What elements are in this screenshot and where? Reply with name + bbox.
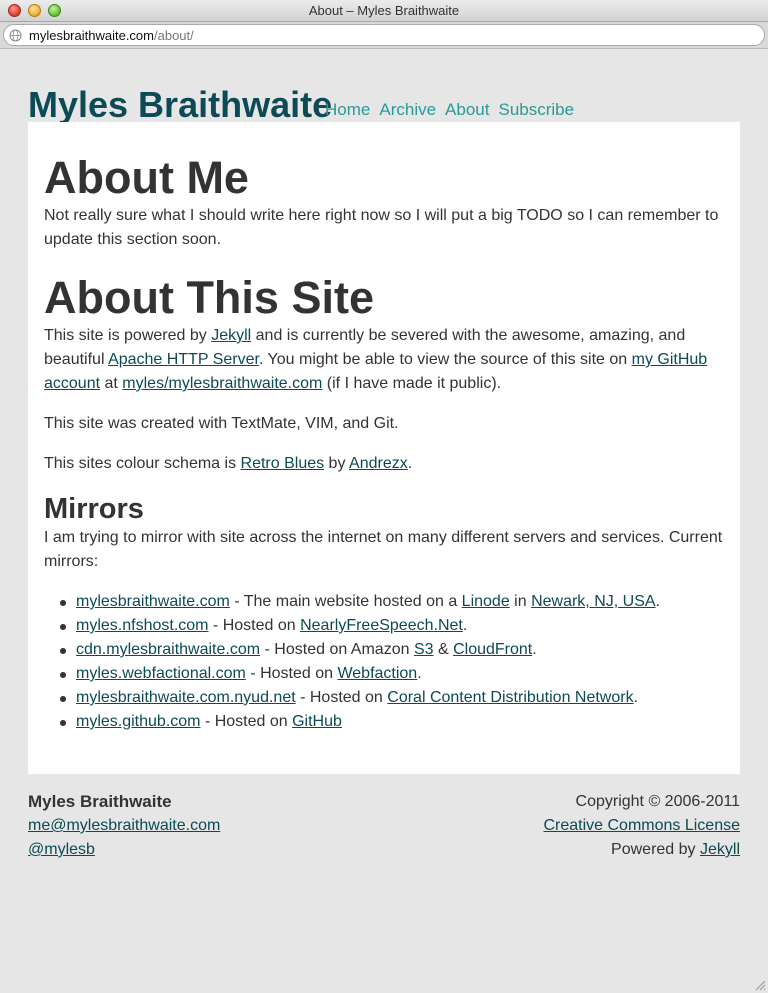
mirror-link[interactable]: myles.webfactional.com	[76, 665, 246, 682]
copyright-text: Copyright © 2006-2011	[575, 793, 740, 810]
mirror-link[interactable]: mylesbraithwaite.com.nyud.net	[76, 689, 296, 706]
globe-icon	[9, 29, 22, 42]
text-span: (if I have made it public).	[322, 375, 502, 392]
main-content: About Me Not really sure what I should w…	[28, 122, 740, 774]
nav-subscribe[interactable]: Subscribe	[498, 100, 574, 119]
mirror-link[interactable]: cdn.mylesbraithwaite.com	[76, 641, 260, 658]
text-span: &	[433, 641, 454, 658]
text-span: This site is powered by	[44, 327, 212, 344]
list-item: myles.github.com - Hosted on GitHub	[60, 710, 724, 734]
text-span: .	[462, 617, 468, 634]
list-item: cdn.mylesbraithwaite.com - Hosted on Ama…	[60, 638, 724, 662]
window-titlebar: About – Myles Braithwaite	[0, 0, 768, 22]
retro-blues-link[interactable]: Retro Blues	[241, 455, 325, 472]
list-item: mylesbraithwaite.com.nyud.net - Hosted o…	[60, 686, 724, 710]
mirrors-list: mylesbraithwaite.com - The main website …	[60, 590, 724, 734]
url-text: mylesbraithwaite.com/about/	[29, 28, 194, 43]
mirror-link[interactable]: myles.nfshost.com	[76, 617, 208, 634]
twitter-link[interactable]: @mylesb	[28, 841, 95, 858]
text-span: .	[532, 641, 537, 658]
tools-paragraph: This site was created with TextMate, VIM…	[44, 415, 399, 432]
footer-right: Copyright © 2006-2011 Creative Commons L…	[543, 790, 740, 862]
s3-link[interactable]: S3	[414, 641, 434, 658]
jekyll-link[interactable]: Jekyll	[211, 327, 251, 344]
text-span: .	[417, 665, 422, 682]
footer-jekyll-link[interactable]: Jekyll	[700, 841, 740, 858]
text-span: - Hosted on	[295, 689, 388, 706]
text-span: .	[633, 689, 639, 706]
mirrors-heading: Mirrors	[44, 493, 144, 525]
nfs-link[interactable]: NearlyFreeSpeech.Net	[300, 617, 463, 634]
text-span: - Hosted on	[208, 617, 301, 634]
text-span: - The main website hosted on a	[229, 593, 462, 610]
nav-about[interactable]: About	[445, 100, 489, 119]
window-title: About – Myles Braithwaite	[308, 3, 460, 18]
cloudfront-link[interactable]: CloudFront	[453, 641, 532, 658]
text-span: .	[407, 455, 413, 472]
email-link[interactable]: me@mylesbraithwaite.com	[28, 817, 220, 834]
list-item: mylesbraithwaite.com - The main website …	[60, 590, 724, 614]
text-span: by	[324, 455, 350, 472]
text-span: - Hosted on Amazon	[260, 641, 414, 658]
about-site-paragraph: This site is powered by Jekyll and is cu…	[44, 324, 724, 396]
address-bar: mylesbraithwaite.com/about/	[0, 22, 768, 49]
text-span: in	[509, 593, 532, 610]
text-span: - Hosted on	[200, 713, 293, 730]
url-path: /about/	[154, 28, 194, 43]
coral-link[interactable]: Coral Content Distribution Network	[387, 689, 633, 706]
newark-link[interactable]: Newark, NJ, USA	[531, 593, 655, 610]
main-nav: Home Archive About Subscribe	[325, 100, 583, 120]
nav-archive[interactable]: Archive	[379, 100, 436, 119]
list-item: myles.nfshost.com - Hosted on NearlyFree…	[60, 614, 724, 638]
url-host: mylesbraithwaite.com	[29, 28, 154, 43]
powered-by: Powered by Jekyll	[543, 838, 740, 862]
text-span: at	[100, 375, 123, 392]
resize-grip-icon[interactable]	[754, 979, 766, 991]
text-span: - Hosted on	[245, 665, 338, 682]
linode-link[interactable]: Linode	[462, 593, 510, 610]
about-site-heading: About This Site	[44, 272, 374, 323]
list-item: myles.webfactional.com - Hosted on Webfa…	[60, 662, 724, 686]
footer-left: Myles Braithwaite me@mylesbraithwaite.co…	[28, 790, 220, 862]
license-link[interactable]: Creative Commons License	[543, 817, 740, 834]
colour-schema-paragraph: This sites colour schema is Retro Blues …	[44, 452, 724, 476]
repo-link[interactable]: myles/mylesbraithwaite.com	[122, 375, 322, 392]
text-span: Powered by	[611, 841, 700, 858]
github-link[interactable]: GitHub	[292, 713, 342, 730]
mirror-link[interactable]: myles.github.com	[76, 713, 201, 730]
webfaction-link[interactable]: Webfaction	[337, 665, 417, 682]
nav-home[interactable]: Home	[325, 100, 370, 119]
text-span: .	[655, 593, 660, 610]
apache-link[interactable]: Apache HTTP Server	[108, 351, 259, 368]
andrezx-link[interactable]: Andrezx	[349, 455, 408, 472]
mirror-link[interactable]: mylesbraithwaite.com	[76, 593, 230, 610]
text-span: This sites colour schema is	[44, 455, 241, 472]
about-me-heading: About Me	[44, 152, 249, 203]
url-field[interactable]: mylesbraithwaite.com/about/	[3, 24, 765, 46]
site-title[interactable]: Myles Braithwaite	[28, 84, 332, 126]
about-me-text: Not really sure what I should write here…	[44, 207, 719, 248]
mirrors-intro: I am trying to mirror with site across t…	[44, 529, 723, 570]
footer-name: Myles Braithwaite	[28, 792, 172, 811]
text-span: . You might be able to view the source o…	[258, 351, 632, 368]
